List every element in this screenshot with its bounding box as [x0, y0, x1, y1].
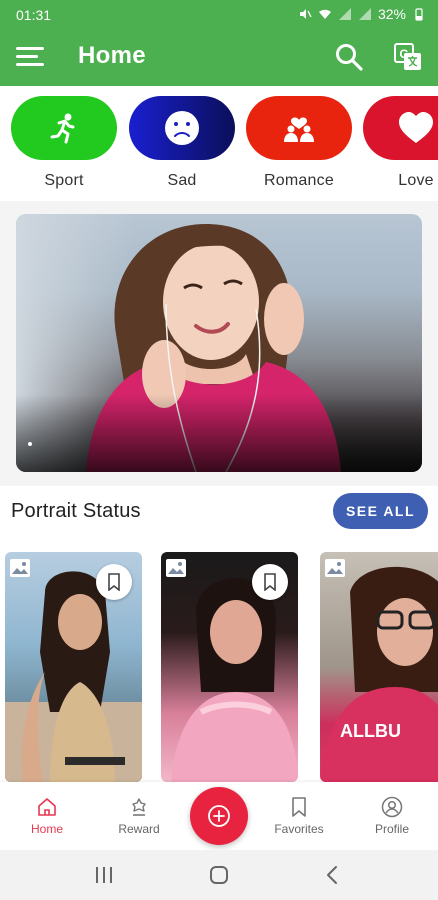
bookmark-icon — [108, 573, 120, 591]
couple-heart-icon — [284, 117, 314, 142]
nav-label: Reward — [118, 822, 160, 836]
reward-icon — [132, 798, 146, 816]
portrait-card[interactable] — [161, 552, 298, 782]
battery-icon — [415, 8, 423, 21]
sad-face-icon — [165, 111, 199, 145]
category-sport-pill[interactable] — [11, 96, 117, 160]
nav-favorites[interactable]: Favorites — [259, 796, 339, 836]
nav-label: Profile — [374, 822, 409, 836]
add-button[interactable] — [190, 787, 248, 845]
system-navigation-bar — [0, 850, 438, 900]
svg-text:ALLBU: ALLBU — [340, 721, 401, 741]
back-icon[interactable] — [321, 864, 345, 886]
category-strip: Sport Sad Romance Love — [0, 86, 438, 201]
profile-icon — [381, 796, 403, 818]
hamburger-menu-icon[interactable] — [16, 45, 44, 67]
signal-icon — [338, 8, 351, 20]
image-icon — [325, 559, 345, 577]
portrait-card[interactable]: ALLBU — [320, 552, 438, 782]
category-label: Sad — [167, 172, 197, 189]
nav-profile[interactable]: Profile — [352, 796, 432, 836]
status-time: 01:31 — [16, 7, 52, 23]
page-title: Home — [78, 42, 146, 69]
category-sad[interactable]: Sad — [129, 96, 235, 190]
nav-label: Favorites — [274, 822, 324, 836]
search-icon[interactable] — [334, 42, 364, 72]
nav-home[interactable]: Home — [7, 796, 87, 836]
category-label: Romance — [264, 172, 334, 189]
app-bar: Home G — [0, 30, 438, 86]
banner-photo — [16, 224, 422, 472]
category-label: Love — [398, 172, 434, 189]
battery-percent: 32% — [377, 6, 406, 22]
add-icon — [208, 805, 230, 827]
wifi-icon — [318, 9, 331, 19]
nav-label: Home — [30, 822, 63, 836]
bookmark-button[interactable] — [252, 564, 288, 600]
see-all-button[interactable]: SEE ALL — [333, 493, 428, 529]
category-romance[interactable]: Romance — [246, 96, 352, 190]
category-sport[interactable]: Sport — [11, 96, 117, 190]
status-icons: 32% — [298, 6, 426, 22]
mute-icon — [299, 9, 312, 19]
app-root: 01:31 32% Home G Sport Sad Romance Love … — [0, 0, 438, 900]
translate-icon[interactable]: G — [393, 42, 423, 72]
image-icon — [10, 559, 30, 577]
portrait-list: ALLBU — [0, 538, 438, 782]
category-love[interactable]: Love — [363, 96, 438, 190]
section-title: Portrait Status — [11, 500, 141, 522]
category-romance-pill[interactable] — [246, 96, 352, 160]
category-label: Sport — [44, 172, 84, 189]
bookmark-button[interactable] — [96, 564, 132, 600]
nav-reward[interactable]: Reward — [99, 796, 179, 836]
home-icon — [38, 798, 56, 816]
card-photo: ALLBU — [320, 566, 438, 782]
heart-icon — [399, 112, 433, 143]
bookmark-icon — [292, 797, 306, 817]
signal-icon-2 — [358, 8, 371, 20]
portrait-section-header: Portrait Status SEE ALL — [0, 486, 438, 538]
home-button-icon[interactable] — [207, 864, 231, 886]
category-love-pill[interactable] — [363, 96, 438, 160]
category-sad-pill[interactable] — [129, 96, 235, 160]
status-bar: 01:31 32% — [0, 0, 438, 30]
image-icon — [166, 559, 186, 577]
carousel-indicator — [28, 442, 32, 446]
featured-banner[interactable] — [16, 214, 422, 472]
bookmark-icon — [264, 573, 276, 591]
running-person-icon — [50, 113, 75, 144]
portrait-card[interactable] — [5, 552, 142, 782]
recent-apps-icon[interactable] — [92, 864, 116, 886]
